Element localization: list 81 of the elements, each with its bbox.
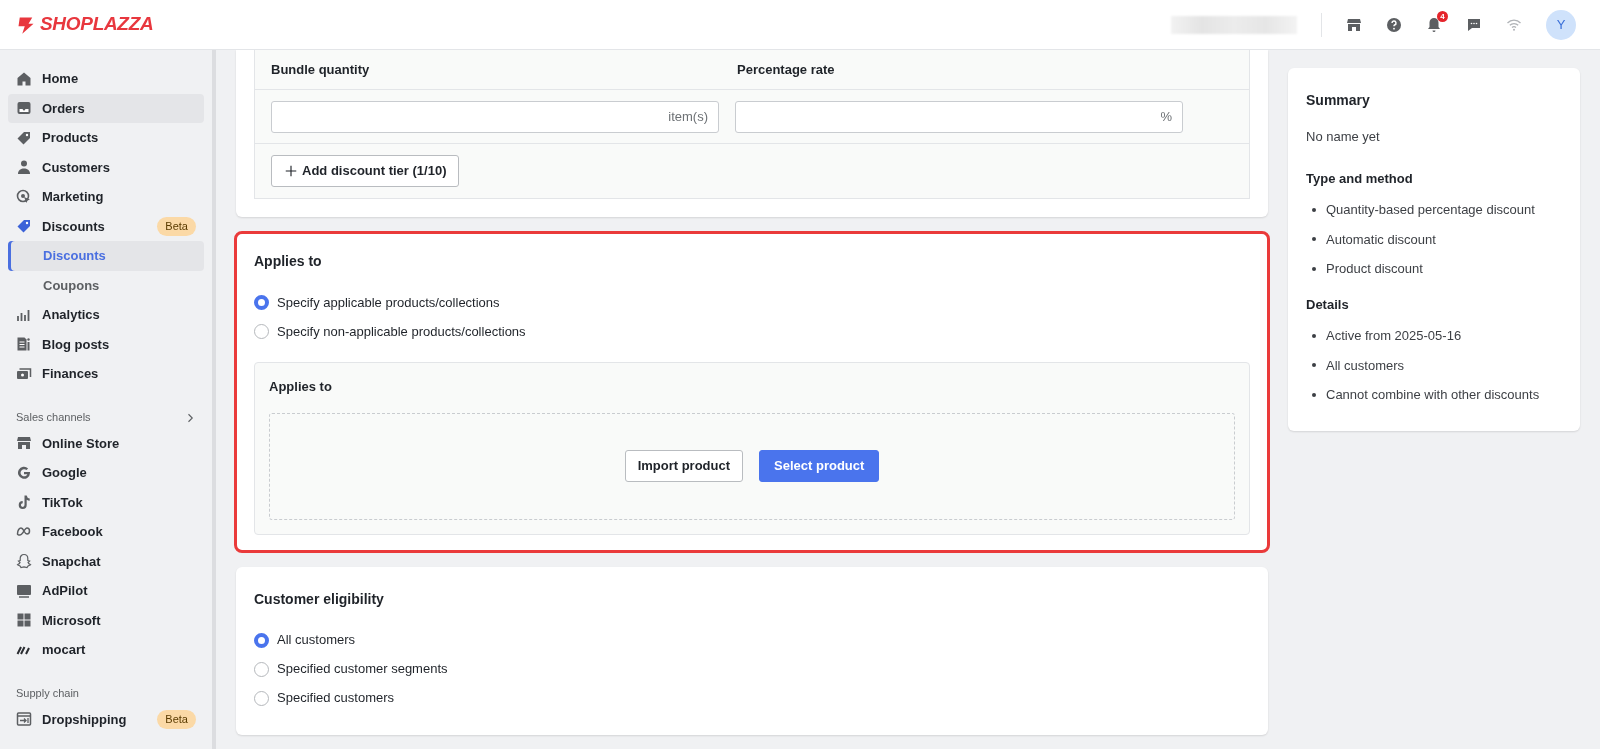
option-label: Specified customer segments — [277, 660, 448, 679]
select-product-button[interactable]: Select product — [759, 450, 880, 482]
section-heading: Supply chain — [16, 686, 79, 702]
panel-title: Applies to — [269, 378, 333, 396]
radio-button[interactable] — [254, 295, 269, 310]
card-title: Customer eligibility — [254, 589, 385, 609]
option-label: All customers — [277, 631, 356, 650]
import-product-button[interactable]: Import product — [624, 450, 744, 482]
sidebar-item[interactable]: Google — [8, 458, 204, 488]
radio-button[interactable] — [254, 632, 269, 648]
nav-icon — [16, 365, 32, 382]
bullet-icon — [1312, 333, 1316, 338]
summary-item: Active from 2025-05-16 — [1326, 327, 1462, 345]
radio-button[interactable] — [254, 661, 269, 677]
help-icon — [1386, 16, 1402, 33]
summary-item: Product discount — [1326, 260, 1423, 278]
summary-title: Summary — [1306, 91, 1371, 110]
nav-icon — [16, 336, 32, 353]
nav-icon — [16, 435, 32, 452]
nav-icon — [16, 464, 32, 481]
radio-button[interactable] — [254, 690, 269, 706]
sidebar-item[interactable]: Microsoft — [8, 605, 204, 635]
nav-icon — [16, 159, 32, 176]
logo-text: SHOPLAZZA — [40, 12, 154, 37]
sidebar-item[interactable]: Snapchat — [8, 546, 204, 576]
summary-item: Cannot combine with other discounts — [1326, 386, 1540, 404]
bullet-icon — [1312, 266, 1316, 271]
nav-icon — [16, 494, 32, 511]
add-tier-button[interactable]: Add discount tier (1/10) — [271, 155, 460, 187]
bell-icon — [1426, 16, 1442, 33]
sidebar-item[interactable]: Products — [8, 123, 204, 153]
notification-badge: 4 — [1437, 10, 1448, 22]
section-heading: Sales channels — [16, 410, 91, 426]
nav-icon — [16, 70, 32, 87]
sidebar-item[interactable]: Customers — [8, 152, 204, 182]
summary-heading: Type and method — [1306, 169, 1414, 188]
nav-icon — [16, 582, 32, 599]
sidebar-item[interactable]: Facebook — [8, 517, 204, 547]
sidebar-subitem[interactable]: Discounts — [8, 241, 204, 271]
sidebar-item[interactable]: AdPilot — [8, 576, 204, 606]
option-label: Specify applicable products/collections — [277, 293, 500, 312]
nav-icon — [16, 553, 32, 570]
plus-icon — [284, 164, 298, 178]
store-icon — [1346, 16, 1362, 33]
sidebar-item[interactable]: Analytics — [8, 300, 204, 330]
sidebar-subitem[interactable]: Coupons — [8, 270, 204, 300]
option-label: Specify non-applicable products/collections — [277, 322, 526, 341]
bullet-icon — [1312, 207, 1316, 212]
avatar[interactable]: Y — [1546, 9, 1576, 40]
bullet-icon — [1312, 363, 1316, 368]
nav-icon — [16, 100, 32, 117]
sidebar-item[interactable]: Finances — [8, 359, 204, 389]
sidebar-item[interactable]: Home — [8, 64, 204, 94]
summary-name: No name yet — [1306, 128, 1381, 146]
sidebar-item[interactable]: Dropshipping Beta — [8, 704, 204, 734]
nav-icon — [16, 129, 32, 146]
input-field[interactable]: % — [735, 100, 1183, 133]
option-label: Specified customers — [277, 689, 395, 708]
sidebar-item[interactable]: Marketing — [8, 182, 204, 212]
bullet-icon — [1312, 392, 1316, 397]
card-title: Applies to — [254, 252, 323, 271]
radio-button[interactable] — [254, 324, 269, 339]
summary-item: Automatic discount — [1326, 230, 1436, 249]
column-header: Percentage rate — [737, 60, 835, 79]
column-header: Bundle quantity — [271, 60, 370, 79]
summary-item: All customers — [1326, 356, 1405, 375]
chat-icon — [1466, 16, 1482, 33]
sidebar-item[interactable]: mocart — [8, 635, 204, 665]
nav-icon — [16, 711, 32, 728]
input-field[interactable]: item(s) — [271, 100, 719, 133]
nav-icon — [16, 188, 32, 205]
sidebar-item[interactable]: Orders — [8, 93, 204, 123]
nav-icon — [16, 218, 32, 235]
sidebar-item[interactable]: Discounts Beta — [8, 211, 204, 241]
bullet-icon — [1312, 237, 1316, 242]
sidebar-item[interactable]: Online Store — [8, 428, 204, 458]
summary-item: Quantity-based percentage discount — [1326, 201, 1535, 219]
sidebar-item[interactable]: Blog posts — [8, 329, 204, 359]
sidebar-item[interactable]: TikTok — [8, 487, 204, 517]
nav-icon — [16, 612, 32, 629]
summary-heading: Details — [1306, 295, 1350, 314]
